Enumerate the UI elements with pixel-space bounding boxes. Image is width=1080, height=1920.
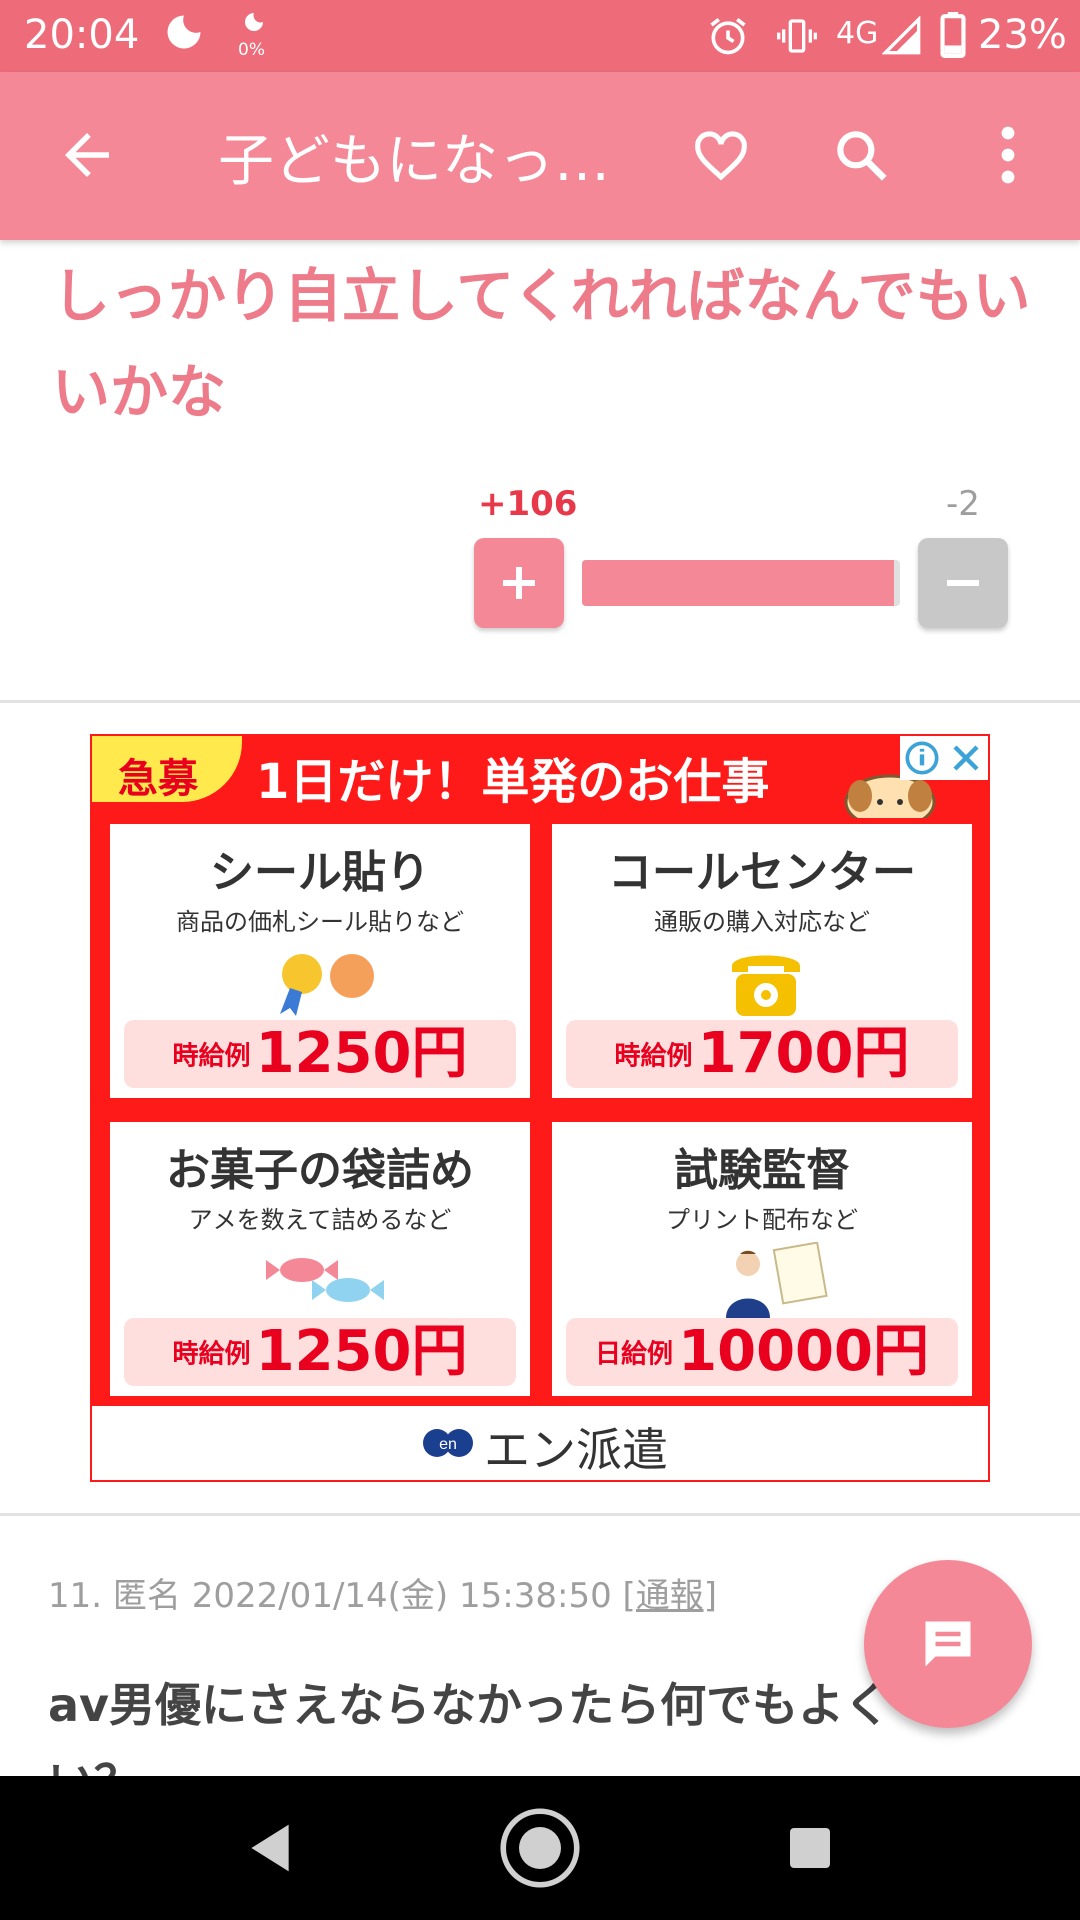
nav-home-icon[interactable]	[498, 1806, 582, 1890]
pay-label: 日給例	[595, 1339, 674, 1370]
minus-vote-button[interactable]	[918, 538, 1008, 628]
ad-card-subtitle: 通販の購入対応など	[654, 908, 870, 936]
pay-value: 1700円	[697, 1021, 910, 1086]
close-icon	[953, 745, 979, 771]
divider	[0, 700, 1080, 703]
minus-icon	[947, 580, 979, 586]
ad-card-subtitle: アメを数えて詰めるなど	[188, 1206, 452, 1234]
ad-close-button[interactable]	[944, 736, 988, 780]
en-logo: en	[423, 1429, 473, 1457]
ad-brand: エン派遣	[484, 1423, 668, 1477]
nav-recents-icon[interactable]	[786, 1824, 834, 1872]
ad-card-exam-proctor[interactable]: 試験監督 プリント配布など 日給例 10000円	[548, 1118, 976, 1400]
more-vert-icon[interactable]	[990, 122, 1026, 188]
ad-card-title: お菓子の袋詰め	[166, 1145, 474, 1196]
telephone-icon	[732, 955, 800, 1016]
data-saver-percent: 0%	[238, 40, 265, 60]
battery-icon	[940, 12, 966, 58]
comment-author: 匿名	[112, 1576, 181, 1616]
system-nav-bar	[0, 1776, 1080, 1920]
candy-icon	[266, 1258, 384, 1302]
chat-bubble-icon	[925, 1621, 971, 1667]
vote-ratio-fill	[582, 560, 894, 606]
en-logo-text: en	[439, 1436, 457, 1453]
battery-percent: 23%	[978, 12, 1067, 58]
ad-card-subtitle: プリント配布など	[666, 1206, 858, 1234]
ad-card-candy-packing[interactable]: お菓子の袋詰め アメを数えて詰めるなど 時給例 1250円	[106, 1118, 534, 1400]
pay-value: 1250円	[255, 1021, 468, 1086]
comment-text: しっかり自立してくれればなんでもいいかな	[52, 262, 1031, 426]
page-title: 子どもになっ…	[218, 129, 610, 194]
vibrate-icon	[777, 19, 817, 53]
network-type: 4G	[836, 16, 879, 51]
ad-card-pay: 時給例 1250円	[124, 1020, 516, 1088]
ad-card-title: 試験監督	[674, 1145, 850, 1196]
plus-icon	[503, 567, 535, 599]
ad-banner[interactable]: 急募 1日だけ！単発のお仕事 シール貼り 商品の価札シール貼りなど 時給例 12…	[90, 734, 990, 1482]
ad-card-pay: 日給例 10000円	[566, 1318, 958, 1386]
data-saver-indicator: 0%	[234, 10, 274, 60]
search-icon[interactable]	[830, 124, 892, 186]
sticker-medal-icon	[280, 954, 374, 1016]
ad-card-pay: 時給例 1700円	[566, 1020, 958, 1088]
report-link[interactable]: [通報]	[623, 1576, 718, 1616]
heart-icon[interactable]	[690, 124, 752, 186]
vote-ratio-bar	[582, 560, 900, 606]
status-bar: 20:04 0% 4G 23%	[0, 0, 1080, 72]
ad-headline: 1日だけ！単発のお仕事	[256, 754, 770, 810]
do-not-disturb-moon-icon	[167, 15, 201, 49]
ad-card-call-center[interactable]: コールセンター 通販の購入対応など 時給例 1700円	[548, 820, 976, 1102]
comment-date: 2022/01/14(金) 15:38:50	[191, 1576, 612, 1616]
ad-card-title: シール貼り	[210, 847, 430, 898]
proctor-person-icon	[726, 1242, 828, 1318]
plus-vote-count: +106	[478, 484, 578, 524]
plus-vote-button[interactable]	[474, 538, 564, 628]
pay-label: 時給例	[172, 1339, 251, 1370]
ad-card-title: コールセンター	[608, 847, 916, 898]
pay-value: 1250円	[255, 1319, 468, 1384]
ad-urgent-label: 急募	[92, 736, 242, 802]
pay-label: 時給例	[172, 1041, 251, 1072]
comment-fab-button[interactable]	[864, 1560, 1032, 1728]
comment-meta: 11. 匿名 2022/01/14(金) 15:38:50 [通報]	[48, 1568, 717, 1617]
status-time: 20:04	[24, 12, 140, 58]
ad-card-pay: 時給例 1250円	[124, 1318, 516, 1386]
data-saver-icon	[245, 13, 263, 31]
pay-label: 時給例	[614, 1041, 693, 1072]
divider	[0, 1513, 1080, 1516]
ad-card-sticker[interactable]: シール貼り 商品の価札シール貼りなど 時給例 1250円	[106, 820, 534, 1102]
comment-number: 11.	[48, 1576, 103, 1616]
alarm-icon	[710, 18, 746, 55]
app-bar: 子どもになっ…	[0, 72, 1080, 240]
ad-header: 急募 1日だけ！単発のお仕事	[92, 736, 988, 818]
info-icon	[905, 741, 939, 775]
ad-card-subtitle: 商品の価札シール貼りなど	[176, 908, 464, 936]
signal-icon	[882, 16, 921, 55]
nav-back-icon[interactable]	[242, 1818, 298, 1878]
ad-info-button[interactable]	[900, 736, 944, 780]
back-arrow-icon[interactable]	[54, 122, 120, 188]
ad-footer: en エン派遣	[92, 1406, 988, 1480]
minus-vote-count: -2	[946, 484, 980, 524]
pay-value: 10000円	[678, 1319, 929, 1384]
